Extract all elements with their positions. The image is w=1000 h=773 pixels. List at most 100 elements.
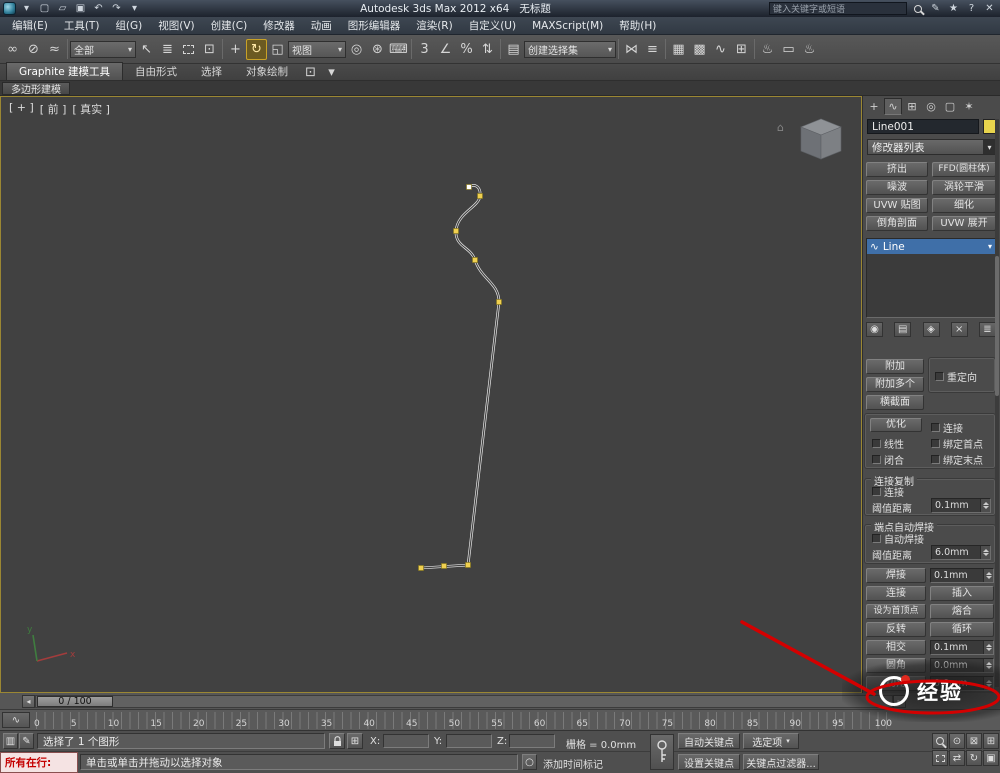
stack-item-line[interactable]: ∿ Line ▾	[867, 239, 995, 254]
cp-tab-motion-icon[interactable]: ◎	[922, 98, 940, 115]
connect-copy-checkbox[interactable]: 连接	[872, 484, 904, 499]
select-and-move-icon[interactable]: +	[225, 39, 246, 60]
modifier-bevel-profile-button[interactable]: 倒角剖面	[866, 216, 928, 231]
select-and-rotate-icon[interactable]: ↻	[246, 38, 267, 60]
ribbon-tab-polygon-modeling[interactable]: 多边形建模	[2, 81, 70, 96]
closed-checkbox[interactable]: 闭合	[872, 452, 904, 467]
zoom-region-icon[interactable]	[932, 750, 948, 766]
weld-threshold-spinner[interactable]: 0.1mm	[930, 568, 994, 583]
viewport-front[interactable]: [ + ] [ 前 ] [ 真实 ] ⌂ x y	[0, 96, 862, 693]
spline-object[interactable]	[1, 97, 862, 693]
reference-coordinate-dropdown[interactable]: 视图 ▾	[288, 40, 346, 58]
cycle-button[interactable]: 循环	[930, 622, 994, 637]
ribbon-minimize-icon[interactable]: ▾	[321, 65, 342, 80]
pin-stack-icon[interactable]: ◉	[866, 322, 883, 337]
cross-insert-button[interactable]: 相交	[866, 640, 926, 655]
menu-modifiers[interactable]: 修改器	[255, 18, 303, 33]
schematic-view-icon[interactable]: ⊞	[731, 39, 752, 60]
z-coord-input[interactable]	[509, 734, 555, 748]
cp-tab-create-icon[interactable]: +	[865, 98, 883, 115]
angle-snap-icon[interactable]: ∠	[435, 39, 456, 60]
help-icon[interactable]: ?	[964, 2, 979, 15]
menu-help[interactable]: 帮助(H)	[611, 18, 664, 33]
menu-rendering[interactable]: 渲染(R)	[408, 18, 461, 33]
percent-snap-icon[interactable]: %	[456, 39, 477, 60]
close-icon[interactable]: ✕	[982, 2, 997, 15]
time-slider-handle[interactable]: 0 / 100	[37, 695, 113, 707]
configure-modifier-sets-icon[interactable]: ≣	[979, 322, 996, 337]
ribbon-tab-object-paint[interactable]: 对象绘制	[234, 63, 300, 80]
unlink-selection-icon[interactable]: ⊘	[23, 39, 44, 60]
weld-button[interactable]: 焊接	[866, 568, 926, 583]
y-coord-input[interactable]	[446, 734, 492, 748]
refine-button[interactable]: 优化	[870, 418, 922, 432]
spinner-arrows-icon[interactable]	[983, 569, 993, 582]
layer-manager-icon[interactable]: ▦	[668, 39, 689, 60]
selection-filter-dropdown[interactable]: 全部 ▾	[70, 40, 136, 58]
undo-icon[interactable]: ↶	[91, 2, 106, 15]
modifier-extrude-button[interactable]: 挤出	[866, 162, 928, 177]
rectangular-selection-region-icon[interactable]	[178, 39, 199, 60]
chevron-down-icon[interactable]: ▾	[988, 242, 992, 251]
set-keys-toggle-button[interactable]	[650, 734, 674, 770]
graphite-ribbon-toggle-icon[interactable]: ▩	[689, 39, 710, 60]
remove-modifier-icon[interactable]: ×	[950, 322, 968, 337]
mirror-icon[interactable]: ⋈	[621, 39, 642, 60]
cp-tab-display-icon[interactable]: ▢	[941, 98, 959, 115]
show-end-result-icon[interactable]: ▤	[894, 322, 912, 337]
bind-last-checkbox[interactable]: 绑定末点	[931, 452, 983, 467]
menu-customize[interactable]: 自定义(U)	[461, 18, 524, 33]
orbit-icon[interactable]: ↻	[966, 750, 982, 766]
absolute-offset-mode-icon[interactable]: ⊞	[347, 733, 363, 749]
named-selection-set-dropdown[interactable]: 创建选择集 ▾	[524, 40, 616, 58]
spinner-arrows-icon[interactable]	[980, 546, 990, 559]
menu-create[interactable]: 创建(C)	[203, 18, 256, 33]
align-icon[interactable]: ≡	[642, 39, 663, 60]
menu-views[interactable]: 视图(V)	[150, 18, 202, 33]
reverse-button[interactable]: 反转	[866, 622, 926, 637]
select-and-manipulate-icon[interactable]: ⊛	[367, 39, 388, 60]
make-first-button[interactable]: 设为首顶点	[866, 604, 926, 619]
selection-lock-icon[interactable]	[329, 733, 345, 749]
maximize-viewport-toggle-icon[interactable]: ▣	[983, 750, 999, 766]
pencil-icon[interactable]: ✎	[928, 2, 943, 15]
pan-icon[interactable]: ⇄	[949, 750, 965, 766]
ribbon-tab-graphite[interactable]: Graphite 建模工具	[6, 62, 124, 80]
render-production-icon[interactable]: ♨	[799, 39, 820, 60]
ribbon-options-icon[interactable]: ⊡	[300, 65, 321, 80]
select-and-link-icon[interactable]: ∞	[2, 39, 23, 60]
select-object-icon[interactable]: ↖	[136, 39, 157, 60]
connect-button[interactable]: 连接	[866, 586, 926, 601]
cp-tab-hierarchy-icon[interactable]: ⊞	[903, 98, 921, 115]
selected-mode-dropdown[interactable]: 选定项 ▾	[743, 733, 799, 749]
time-slider-track[interactable]: 0 / 100	[35, 694, 893, 708]
edit-named-selection-sets-icon[interactable]: ▤	[503, 39, 524, 60]
auto-weld-threshold-spinner[interactable]: 6.0mm	[931, 545, 991, 560]
cp-tab-utilities-icon[interactable]: ✶	[960, 98, 978, 115]
cross-insert-spinner[interactable]: 0.1mm	[930, 640, 994, 655]
spinner-arrows-icon[interactable]	[980, 499, 990, 512]
rendered-frame-window-icon[interactable]: ▭	[778, 39, 799, 60]
modifier-uvw-map-button[interactable]: UVW 贴图	[866, 198, 928, 213]
new-file-icon[interactable]: ▢	[37, 2, 52, 15]
redo-icon[interactable]: ↷	[109, 2, 124, 15]
modifier-ffd-cylinder-button[interactable]: FFD(圆柱体)	[932, 162, 996, 177]
curve-editor-icon[interactable]: ∿	[710, 39, 731, 60]
maxscript-mini-listener[interactable]: 所有在行:	[0, 752, 78, 773]
modifier-noise-button[interactable]: 噪波	[866, 180, 928, 195]
zoom-all-icon[interactable]: ⊙	[949, 733, 965, 749]
x-coord-input[interactable]	[383, 734, 429, 748]
reorient-checkbox[interactable]: 重定向	[935, 369, 977, 384]
render-setup-icon[interactable]: ♨	[757, 39, 778, 60]
zoom-extents-all-icon[interactable]: ⊞	[983, 733, 999, 749]
cross-section-button[interactable]: 横截面	[866, 395, 924, 410]
window-crossing-icon[interactable]: ⊡	[199, 39, 220, 60]
menu-maxscript[interactable]: MAXScript(M)	[524, 20, 611, 32]
key-filters-button[interactable]: 关键点过滤器...	[743, 754, 819, 770]
panel-scrollbar[interactable]	[995, 119, 999, 687]
cp-tab-modify-icon[interactable]: ∿	[884, 98, 902, 115]
refine-connect-checkbox[interactable]: 连接	[931, 420, 963, 435]
app-menu-arrow-icon[interactable]: ▾	[19, 2, 34, 15]
save-file-icon[interactable]: ▣	[73, 2, 88, 15]
auto-weld-checkbox[interactable]: 自动焊接	[872, 531, 924, 546]
